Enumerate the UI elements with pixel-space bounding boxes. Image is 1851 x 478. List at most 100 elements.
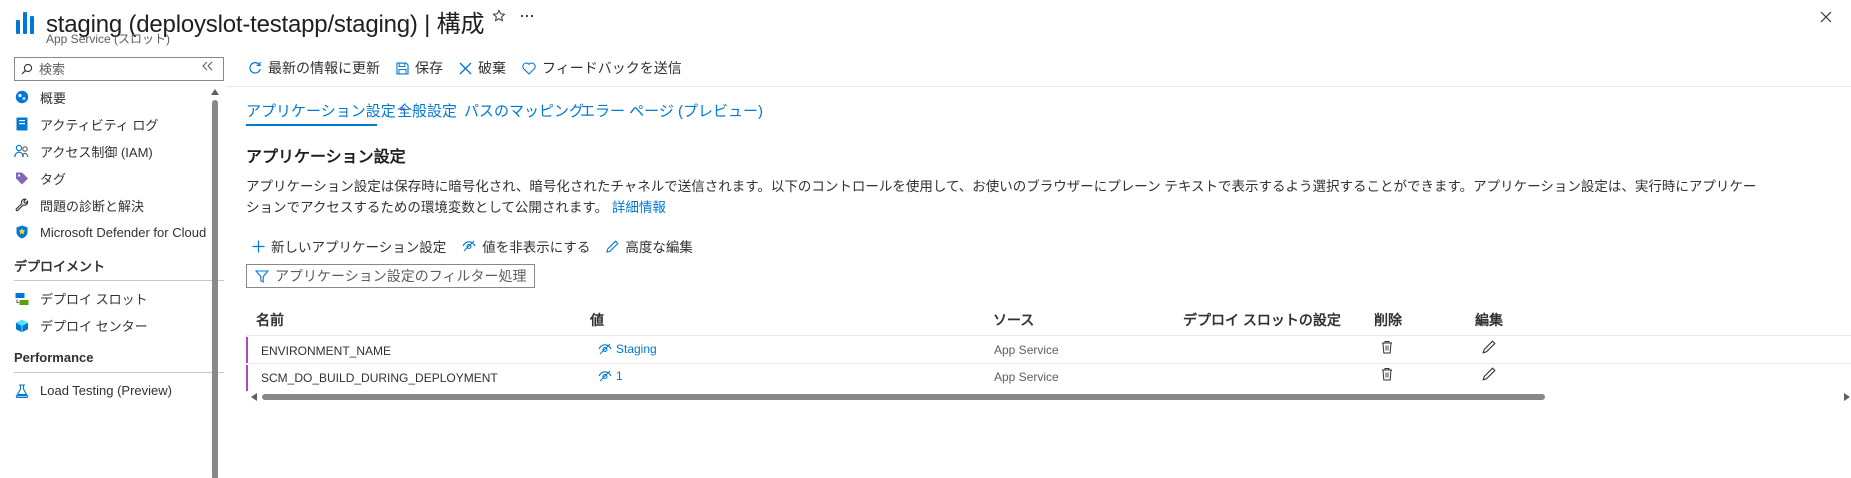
horizontal-scrollbar[interactable]	[250, 392, 1851, 402]
refresh-label: 最新の情報に更新	[268, 60, 380, 76]
feedback-label: フィードバックを送信	[542, 60, 682, 76]
sidebar-item-label: アクティビティ ログ	[40, 117, 159, 133]
column-header-source[interactable]: ソース	[993, 310, 1034, 330]
pencil-icon	[606, 239, 619, 253]
table-row-divider	[246, 363, 1851, 364]
wrench-icon	[14, 197, 30, 213]
close-icon[interactable]	[1820, 11, 1832, 23]
table-cell-source: App Service	[994, 370, 1059, 384]
horizontal-scrollbar-thumb[interactable]	[262, 394, 1545, 400]
sidebar-section-performance: Performance	[14, 349, 94, 365]
delete-icon[interactable]	[1381, 340, 1393, 354]
star-icon[interactable]	[492, 9, 506, 23]
show-value-link[interactable]: 1	[598, 369, 623, 383]
search-input[interactable]	[39, 61, 209, 77]
tab-app-settings[interactable]: アプリケーション設定 *	[246, 100, 406, 121]
section-title: アプリケーション設定	[246, 149, 406, 166]
save-button[interactable]: 保存	[396, 58, 443, 78]
new-app-setting-label: 新しいアプリケーション設定	[271, 240, 447, 255]
new-app-setting-button[interactable]: 新しいアプリケーション設定	[252, 236, 446, 256]
plus-icon	[252, 240, 265, 252]
sidebar-section-deployment: デプロイメント	[14, 258, 106, 274]
tab-error-pages[interactable]: エラー ページ (プレビュー)	[580, 100, 763, 121]
filter-icon	[255, 269, 269, 283]
ellipsis-icon[interactable]	[520, 14, 534, 18]
sidebar-item-label: 問題の診断と解決	[40, 198, 145, 214]
sidebar-item-label: タグ	[40, 171, 67, 187]
modified-row-marker	[246, 365, 248, 391]
advanced-edit-button[interactable]: 高度な編集	[606, 236, 693, 256]
hidden-value-icon	[598, 370, 612, 382]
sidebar-item-load-testing[interactable]: Load Testing (Preview)	[14, 377, 210, 404]
sidebar-item-label: デプロイ スロット	[40, 292, 148, 307]
section-description: アプリケーション設定は保存時に暗号化され、暗号化されたチャネルで送信されます。以…	[246, 176, 1846, 218]
search-box[interactable]	[14, 57, 224, 81]
edit-icon[interactable]	[1482, 340, 1496, 354]
sidebar-divider	[14, 372, 224, 373]
sidebar-item-label: 概要	[40, 90, 67, 106]
search-icon	[21, 63, 33, 75]
sidebar-item-label: Load Testing (Preview)	[40, 383, 172, 398]
sidebar-item-deployment-center[interactable]: デプロイ センター	[14, 312, 210, 339]
column-header-slot-setting[interactable]: デプロイ スロットの設定	[1183, 310, 1341, 330]
save-label: 保存	[415, 60, 443, 76]
toolbar-divider	[226, 86, 1851, 87]
hide-eye-icon	[462, 240, 476, 252]
sidebar-item-label: デプロイ センター	[40, 319, 148, 334]
sidebar-divider	[14, 280, 224, 281]
table-cell-value: Staging	[616, 342, 657, 356]
sidebar-item-deployment-slots[interactable]: デプロイ スロット	[14, 285, 210, 312]
tag-icon	[14, 170, 30, 186]
description-line-1: アプリケーション設定は保存時に暗号化され、暗号化されたチャネルで送信されます。以…	[246, 179, 1757, 194]
refresh-button[interactable]: 最新の情報に更新	[248, 58, 380, 78]
table-cell-name: SCM_DO_BUILD_DURING_DEPLOYMENT	[261, 371, 498, 385]
hidden-value-icon	[598, 343, 612, 355]
column-header-edit: 編集	[1475, 312, 1503, 328]
description-line-2: ションでアクセスするための環境変数として公開されます。	[246, 200, 609, 215]
filter-placeholder: アプリケーション設定のフィルター処理	[275, 268, 527, 284]
load-testing-icon	[14, 383, 30, 399]
page-subtitle: App Service (スロット)	[46, 32, 171, 46]
active-tab-underline	[246, 124, 377, 126]
sidebar-item-label: Microsoft Defender for Cloud	[40, 224, 207, 240]
iam-icon	[14, 143, 30, 159]
activity-log-icon	[14, 116, 30, 132]
sidebar-nav: 概要 アクティビティ ログ アクセス制御 (IAM) タグ 問題の診断と解決 M…	[14, 81, 224, 404]
discard-button[interactable]: 破棄	[459, 58, 506, 78]
double-chevron-left-icon[interactable]	[202, 61, 214, 71]
app-service-logo-icon	[16, 12, 34, 34]
save-icon	[396, 61, 409, 75]
refresh-icon	[249, 62, 261, 74]
hide-values-button[interactable]: 値を非表示にする	[462, 236, 590, 256]
overview-icon	[14, 89, 30, 105]
table-cell-name: ENVIRONMENT_NAME	[261, 344, 392, 358]
table-cell-source: App Service	[994, 343, 1059, 357]
advanced-edit-label: 高度な編集	[625, 240, 693, 255]
deployment-slots-icon	[14, 291, 30, 307]
hide-values-label: 値を非表示にする	[482, 240, 591, 255]
edit-icon[interactable]	[1482, 367, 1496, 381]
discard-icon	[459, 62, 472, 74]
heart-icon	[522, 61, 536, 75]
feedback-button[interactable]: フィードバックを送信	[522, 58, 682, 78]
show-value-link[interactable]: Staging	[598, 342, 657, 356]
table-cell-value: 1	[616, 369, 623, 383]
tab-path-mappings[interactable]: パスのマッピング	[464, 100, 584, 121]
column-header-name[interactable]: 名前	[256, 310, 284, 330]
column-header-delete: 削除	[1374, 312, 1402, 328]
table-header-divider	[246, 335, 1851, 336]
tab-general-settings[interactable]: 全般設定	[397, 100, 457, 121]
sidebar-item-defender[interactable]: Microsoft Defender for Cloud	[14, 216, 210, 248]
learn-more-link[interactable]: 詳細情報	[612, 200, 666, 215]
command-bar: 最新の情報に更新 保存 破棄 フィードバックを送信	[248, 58, 682, 78]
settings-actions: 新しいアプリケーション設定 値を非表示にする 高度な編集	[252, 236, 693, 256]
deployment-center-icon	[14, 318, 30, 334]
column-header-value[interactable]: 値	[590, 310, 604, 330]
sidebar-item-label: アクセス制御 (IAM)	[40, 144, 153, 160]
discard-label: 破棄	[478, 60, 506, 76]
tab-label: アプリケーション設定	[246, 103, 396, 120]
modified-row-marker	[246, 337, 248, 363]
delete-icon[interactable]	[1381, 367, 1393, 381]
filter-input[interactable]: アプリケーション設定のフィルター処理	[246, 264, 536, 288]
sidebar-scrollbar[interactable]	[210, 88, 220, 478]
